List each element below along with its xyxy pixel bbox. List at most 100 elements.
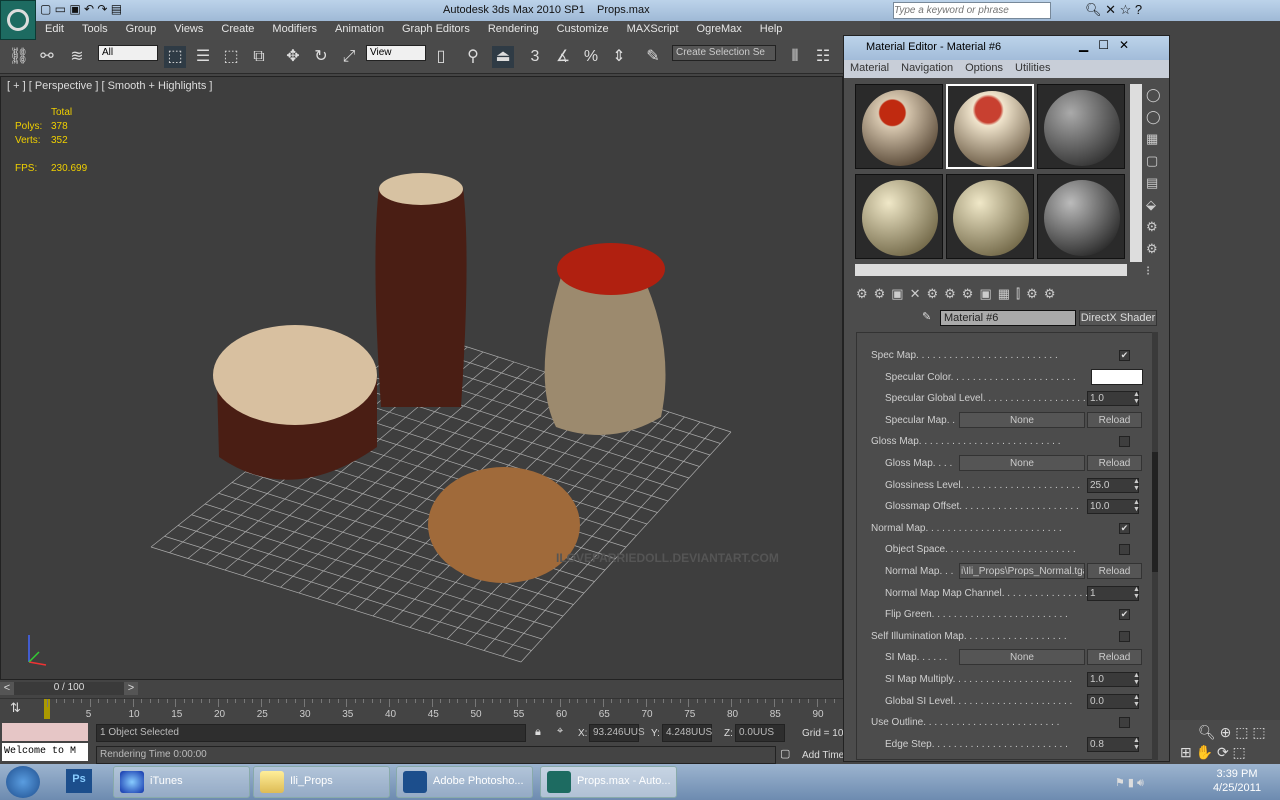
side-tools-icons[interactable]: ◯ ◯ ▦ ▢ ▤ ⬙ ⚙ ⚙ ⁝ <box>1146 84 1166 282</box>
angle-snap-icon[interactable]: ∡ <box>552 46 574 68</box>
pan-orbit-icon[interactable]: ⊞ ✋ ⟳ ⬚ <box>1180 744 1246 761</box>
menu-create[interactable]: Create <box>212 21 263 37</box>
percent-snap-icon[interactable]: % <box>580 46 602 68</box>
spinner-arrows-icon[interactable]: ▲ ▼ <box>1133 694 1140 708</box>
track-bar[interactable]: 5 10 15 20 25 30 35 40 45 50 55 60 65 70 75 80 85 90 <box>0 698 843 722</box>
param-spinner[interactable]: 1.0 <box>1087 391 1139 407</box>
spinner-arrows-icon[interactable]: ▲ ▼ <box>1133 478 1140 492</box>
edit-named-selection-icon[interactable]: ✎ <box>642 46 664 68</box>
reload-button[interactable]: Reload <box>1087 649 1142 666</box>
material-slot-2-active[interactable] <box>946 84 1034 169</box>
search-input[interactable] <box>893 2 1051 19</box>
reload-button[interactable]: Reload <box>1087 563 1142 579</box>
material-slot-5[interactable] <box>946 174 1034 259</box>
window-crossing-icon[interactable]: ⧉ <box>248 46 270 68</box>
link-icon[interactable]: ⛓ <box>8 46 30 68</box>
selection-filter-dropdown[interactable]: All <box>98 45 158 61</box>
maxscript-listener[interactable] <box>2 723 88 741</box>
menu-group[interactable]: Group <box>117 21 166 37</box>
menu-tools[interactable]: Tools <box>73 21 117 37</box>
slots-vertical-scrollbar[interactable] <box>1130 84 1142 262</box>
x-coordinate-field[interactable]: 93.246UUS <box>589 724 645 742</box>
quick-access-toolbar[interactable]: ▢ ▭ ▣ ↶ ↷ ▤ <box>40 2 122 16</box>
rect-selection-icon[interactable]: ⬚ <box>220 46 242 68</box>
param-spinner[interactable]: 1.0 <box>1087 672 1139 687</box>
taskbar-item[interactable]: iTunes <box>113 766 250 798</box>
map-slot-button[interactable]: None <box>959 455 1085 471</box>
absolute-mode-icon[interactable]: ⌖ <box>557 725 563 738</box>
align-icon[interactable]: ☷ <box>812 46 834 68</box>
material-slot-3[interactable] <box>1037 84 1125 169</box>
spinner-arrows-icon[interactable]: ▲ ▼ <box>1133 672 1140 686</box>
reference-coord-dropdown[interactable]: View <box>366 45 426 61</box>
map-slot-button[interactable]: i\Ili_Props\Props_Normal.tga <box>959 563 1085 579</box>
param-checkbox[interactable]: ✔ <box>1119 609 1130 621</box>
menu-animation[interactable]: Animation <box>326 21 393 37</box>
spinner-arrows-icon[interactable]: ▲ ▼ <box>1133 586 1140 600</box>
param-spinner[interactable]: 0.8 <box>1087 736 1139 752</box>
menu-ogremax[interactable]: OgreMax <box>688 21 751 37</box>
material-slot-1[interactable] <box>855 84 943 169</box>
menu-edit[interactable]: Edit <box>36 21 73 37</box>
next-frame-button[interactable]: > <box>124 682 138 695</box>
y-coordinate-field[interactable]: 4.248UUS <box>662 724 712 742</box>
taskbar-item[interactable]: Props.max - Auto... <box>540 766 677 798</box>
spinner-arrows-icon[interactable]: ▲ ▼ <box>1133 737 1140 751</box>
map-slot-button[interactable]: None <box>959 411 1085 428</box>
clock-time[interactable]: 3:39 PM <box>1212 768 1262 780</box>
reload-button[interactable]: Reload <box>1087 411 1142 428</box>
specular-color-swatch[interactable] <box>1091 368 1143 385</box>
time-tag-icon[interactable]: ▢ <box>780 747 790 760</box>
menu-graph-editors[interactable]: Graph Editors <box>393 21 479 37</box>
unlink-icon[interactable]: ⚯ <box>36 46 58 68</box>
param-checkbox[interactable] <box>1119 544 1130 556</box>
app-logo-button[interactable] <box>0 0 36 40</box>
maxscript-output[interactable]: Welcome to M <box>2 743 88 761</box>
prev-frame-button[interactable]: < <box>0 682 14 695</box>
med-menu-navigation[interactable]: Navigation <box>895 62 959 74</box>
mirror-icon[interactable]: ⫴ <box>784 46 806 68</box>
add-time-tag[interactable]: Add Time <box>802 750 844 761</box>
keyboard-shortcut-icon[interactable]: ⏏ <box>492 46 514 68</box>
spinner-arrows-icon[interactable]: ▲ ▼ <box>1133 499 1140 513</box>
material-slot-4[interactable] <box>855 174 943 259</box>
param-checkbox[interactable]: ✔ <box>1119 350 1130 361</box>
med-menu-utilities[interactable]: Utilities <box>1009 62 1056 74</box>
shader-type-button[interactable]: DirectX Shader <box>1079 310 1157 326</box>
window-controls[interactable]: ▁ ☐ ✕ <box>1079 38 1129 52</box>
param-checkbox[interactable] <box>1119 630 1130 642</box>
material-name-field[interactable]: Material #6 <box>940 310 1076 326</box>
param-checkbox[interactable]: ✔ <box>1119 522 1130 534</box>
zoom-icon[interactable]: 🔍︎ ⊕ ⬚ ⬚ <box>1198 724 1266 741</box>
select-by-name-icon[interactable]: ☰ <box>192 46 214 68</box>
med-menu-options[interactable]: Options <box>959 62 1009 74</box>
pivot-icon[interactable]: ▯ <box>430 46 452 68</box>
param-checkbox[interactable] <box>1119 436 1130 448</box>
taskbar-item[interactable]: Ili_Props <box>253 766 390 798</box>
menu-maxscript[interactable]: MAXScript <box>618 21 688 37</box>
taskbar-item[interactable]: Adobe Photosho... <box>396 766 533 798</box>
menu-rendering[interactable]: Rendering <box>479 21 548 37</box>
start-button[interactable] <box>6 766 40 798</box>
menu-help[interactable]: Help <box>751 21 792 37</box>
rotate-icon[interactable]: ↻ <box>310 46 332 68</box>
manipulate-icon[interactable]: ⚲ <box>462 46 484 68</box>
med-menu-material[interactable]: Material <box>844 62 895 74</box>
param-spinner[interactable]: 25.0 <box>1087 477 1139 493</box>
named-selection-dropdown[interactable]: Create Selection Se <box>672 45 776 61</box>
menu-customize[interactable]: Customize <box>548 21 618 37</box>
material-tools-icons[interactable]: ⚙⚙▣✕⚙⚙⚙▣▦⫿⚙⚙ <box>856 286 1061 302</box>
photoshop-pinned-icon[interactable]: Ps <box>66 769 92 793</box>
scale-icon[interactable]: ⤢ <box>338 46 360 68</box>
slots-horizontal-scrollbar[interactable] <box>855 264 1127 276</box>
rollout-scrollbar[interactable] <box>1152 332 1158 760</box>
search-icon[interactable]: 🔍︎ ✕ ☆ ? <box>1085 2 1142 18</box>
param-spinner[interactable]: 10.0 <box>1087 499 1139 515</box>
tray-icons[interactable]: ⚑ ▮ 🔊︎ <box>1115 776 1144 790</box>
param-spinner[interactable]: 0.0 <box>1087 693 1139 709</box>
perspective-viewport[interactable]: [ + ] [ Perspective ] [ Smooth + Highlig… <box>0 76 843 680</box>
bind-spacewarp-icon[interactable]: ≋ <box>66 46 88 68</box>
map-slot-button[interactable]: None <box>959 649 1085 666</box>
param-checkbox[interactable] <box>1119 717 1130 729</box>
param-spinner[interactable]: 1 <box>1087 585 1139 601</box>
